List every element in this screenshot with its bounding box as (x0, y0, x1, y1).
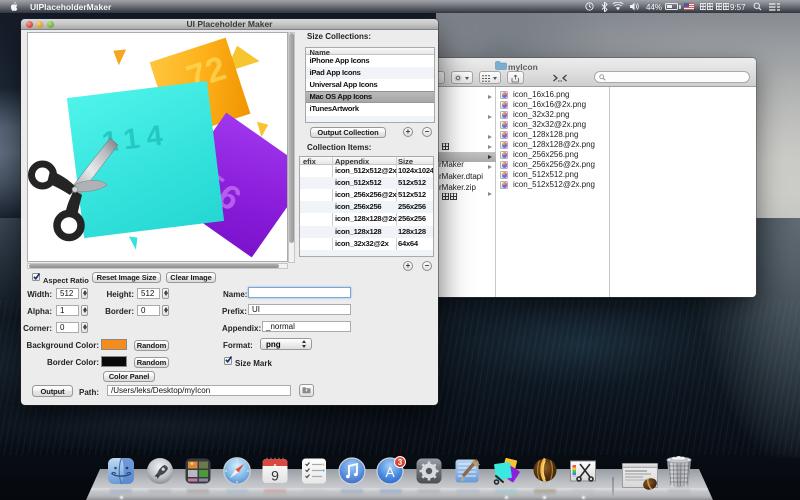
svg-text:3: 3 (397, 458, 402, 467)
svg-text:A: A (385, 464, 395, 480)
svg-text:9: 9 (271, 468, 279, 484)
